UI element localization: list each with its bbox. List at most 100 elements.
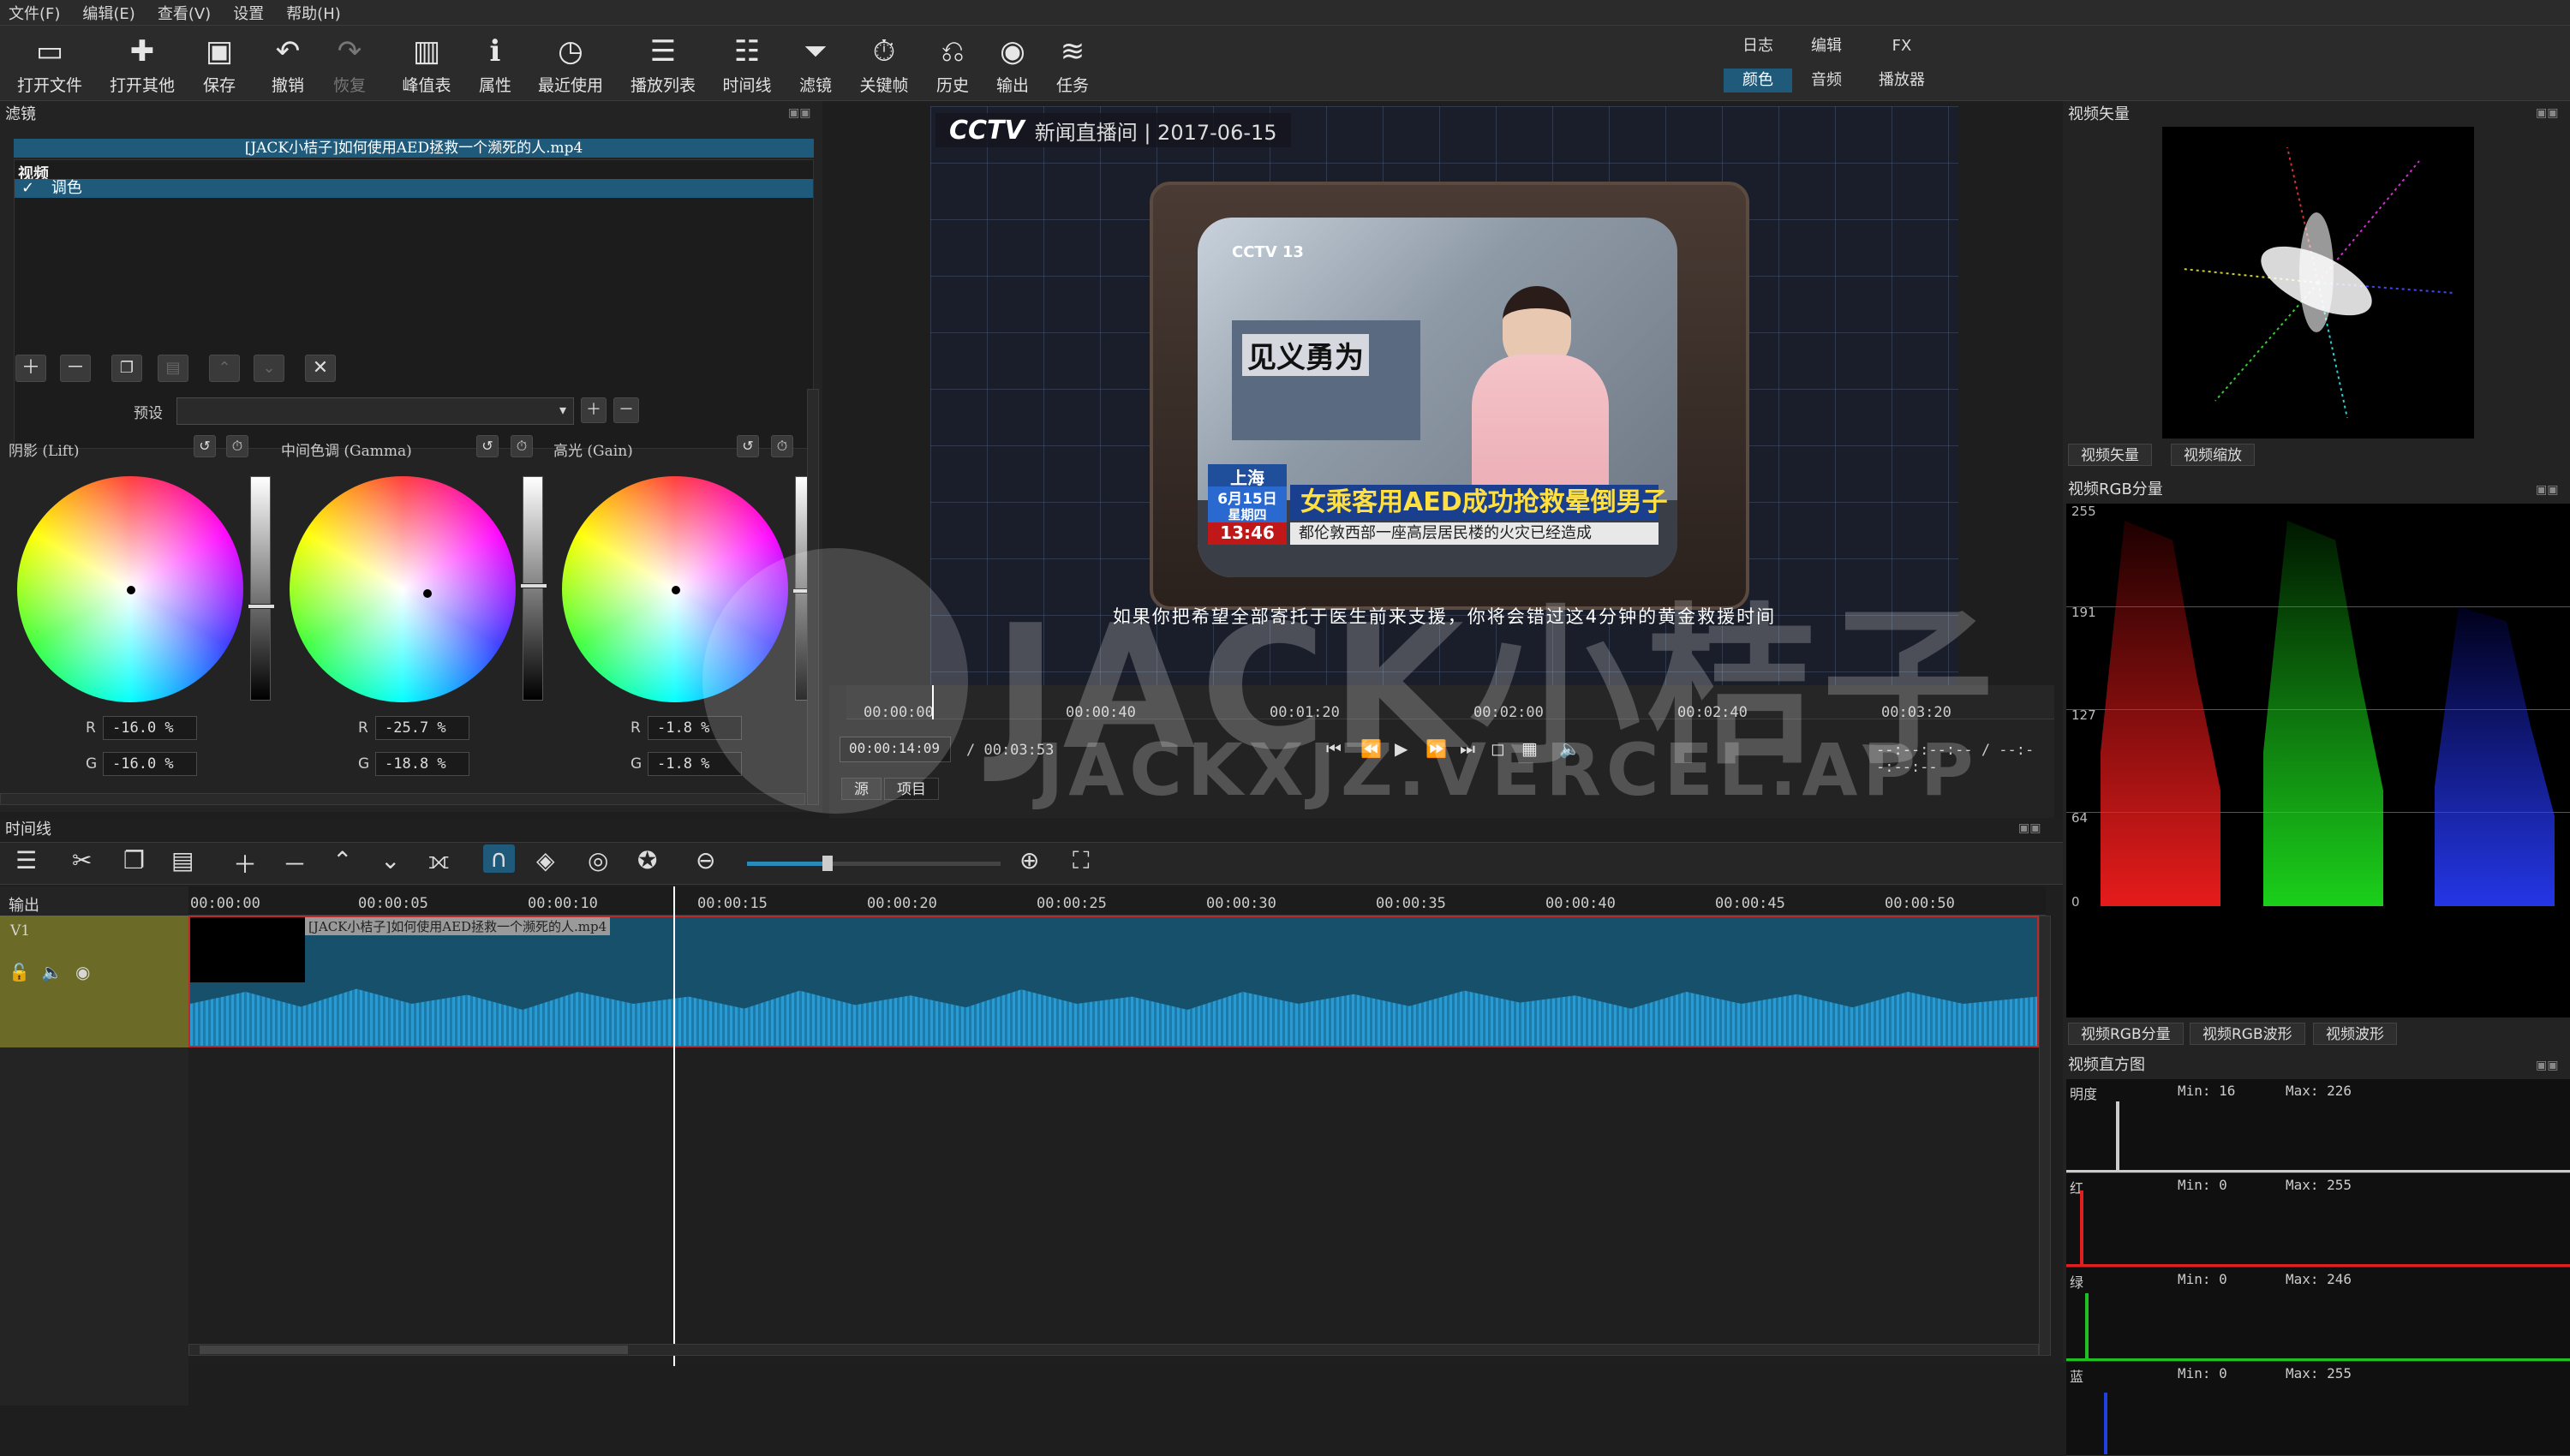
copy-icon[interactable]: ❐ <box>123 846 145 874</box>
vertical-scrollbar[interactable] <box>807 389 819 805</box>
menu-edit[interactable]: 编辑(E) <box>82 2 134 24</box>
cut-icon[interactable]: ✂ <box>72 846 92 874</box>
slider-handle[interactable] <box>520 583 547 588</box>
menu-settings[interactable]: 设置 <box>233 2 264 24</box>
timeline-clip[interactable]: [JACK小桔子]如何使用AED拯救一个濒死的人.mp4 <box>188 916 2039 1047</box>
wheel-point[interactable] <box>423 589 432 598</box>
video-viewer[interactable]: CCTV 新闻直播间 | 2017-06-15 CCTV 13 见义勇为 上海 … <box>930 106 1958 685</box>
check-icon[interactable]: ✓ <box>21 179 34 197</box>
remove-filter-button[interactable]: － <box>60 355 91 382</box>
keyframe-icon[interactable]: ⏱ <box>511 435 533 457</box>
properties-button[interactable]: ℹ 属性 <box>454 33 536 96</box>
timeline-vertical-scrollbar[interactable] <box>2039 916 2051 1356</box>
gain-g-field[interactable]: -1.8 % <box>648 752 742 776</box>
wheel-point[interactable] <box>672 586 680 594</box>
timeline-playhead[interactable] <box>673 886 675 1366</box>
overwrite-icon[interactable]: ⌄ <box>380 846 400 874</box>
rgb-waveform-tab[interactable]: 视频RGB波形 <box>2190 1023 2305 1045</box>
layout-audio-tab[interactable]: 音频 <box>1792 69 1861 92</box>
paste-icon[interactable]: ▤ <box>171 846 194 874</box>
position-timecode[interactable]: 00:00:14:09 <box>840 737 951 762</box>
layout-fx-tab[interactable]: FX <box>1868 34 1936 58</box>
scrollbar-thumb[interactable] <box>200 1346 628 1354</box>
move-up-button[interactable]: ⌃ <box>209 355 240 382</box>
volume-icon[interactable]: 🔈 <box>1559 738 1581 759</box>
rewind-icon[interactable]: ⏪ <box>1360 738 1382 759</box>
append-icon[interactable]: ＋ <box>233 846 257 880</box>
panel-dock-icon[interactable]: ▣▣ <box>788 106 810 120</box>
jobs-button[interactable]: ≋ 任务 <box>1031 33 1114 96</box>
grid-icon[interactable]: ▦ <box>1521 738 1538 759</box>
paste-filter-button[interactable]: ▤ <box>158 355 188 382</box>
timeline-ruler[interactable]: 00:00:00 00:00:05 00:00:10 00:00:15 00:0… <box>188 886 2046 916</box>
open-other-button[interactable]: ✚ 打开其他 <box>101 33 183 96</box>
gamma-r-field[interactable]: -25.7 % <box>375 716 469 740</box>
scrub-icon[interactable]: ◈ <box>536 846 555 874</box>
play-icon[interactable]: ▶ <box>1395 738 1408 759</box>
gamma-value-slider[interactable] <box>520 476 547 701</box>
save-preset-button[interactable]: ＋ <box>581 397 607 423</box>
eye-icon[interactable]: ◉ <box>75 962 90 982</box>
redo-button[interactable]: ↷ 恢复 <box>308 33 391 96</box>
layout-player-tab[interactable]: 播放器 <box>1868 69 1936 92</box>
snap-icon[interactable]: ∩ <box>483 844 515 873</box>
fast-forward-icon[interactable]: ⏩ <box>1425 738 1447 759</box>
lift-value-slider[interactable] <box>248 476 275 701</box>
scrub-playhead[interactable] <box>932 685 934 719</box>
open-file-button[interactable]: ▭ 打开文件 <box>9 33 91 96</box>
remove-icon[interactable]: － <box>283 846 307 880</box>
ripple-all-icon[interactable]: ✪ <box>637 846 657 874</box>
scrub-ruler[interactable]: 00:00:00 00:00:40 00:01:20 00:02:00 00:0… <box>846 685 2054 721</box>
zoom-slider-handle[interactable] <box>822 856 833 871</box>
menu-file[interactable]: 文件(F) <box>9 2 60 24</box>
lift-icon[interactable]: ⌃ <box>332 846 352 874</box>
layout-edit-tab[interactable]: 编辑 <box>1792 34 1861 58</box>
copy-filter-button[interactable]: ❐ <box>111 355 142 382</box>
lift-r-field[interactable]: -16.0 % <box>103 716 197 740</box>
vectorscope-tab[interactable]: 视频矢量 <box>2068 444 2152 466</box>
filter-item-color-grading[interactable]: ✓ 调色 <box>15 179 813 198</box>
menu-help[interactable]: 帮助(H) <box>286 2 341 24</box>
recent-button[interactable]: ◷ 最近使用 <box>529 33 612 96</box>
reset-icon[interactable]: ↺ <box>737 435 759 457</box>
project-tab[interactable]: 项目 <box>884 778 939 800</box>
zoom-fit-icon[interactable]: ⛶ <box>1073 846 1090 875</box>
reset-icon[interactable]: ↺ <box>476 435 499 457</box>
gamma-color-wheel[interactable] <box>290 476 516 702</box>
zoom-out-icon[interactable]: ⊖ <box>696 846 715 874</box>
gain-r-field[interactable]: -1.8 % <box>648 716 742 740</box>
layout-color-tab[interactable]: 颜色 <box>1724 69 1792 92</box>
delete-preset-button[interactable]: － <box>613 397 639 423</box>
lift-g-field[interactable]: -16.0 % <box>103 752 197 776</box>
video-zoom-tab[interactable]: 视频缩放 <box>2171 444 2255 466</box>
waveform-tab[interactable]: 视频波形 <box>2313 1023 2397 1045</box>
panel-dock-icon[interactable]: ▣▣ <box>2536 1059 2558 1072</box>
source-tab[interactable]: 源 <box>841 778 882 800</box>
layout-log-tab[interactable]: 日志 <box>1724 34 1792 58</box>
zoom-in-icon[interactable]: ⊕ <box>1019 846 1039 874</box>
split-icon[interactable]: ⟗ <box>428 846 449 875</box>
add-filter-button[interactable]: ＋ <box>15 355 46 382</box>
ripple-icon[interactable]: ◎ <box>588 846 608 874</box>
panel-dock-icon[interactable]: ▣▣ <box>2536 483 2558 497</box>
lift-color-wheel[interactable] <box>17 476 243 702</box>
skip-end-icon[interactable]: ⏭ <box>1460 738 1475 759</box>
menu-view[interactable]: 查看(V) <box>158 2 211 24</box>
panel-dock-icon[interactable]: ▣▣ <box>2536 106 2558 120</box>
timeline-horizontal-scrollbar[interactable] <box>188 1344 2039 1356</box>
preset-select[interactable]: ▾ <box>176 397 574 425</box>
keyframe-icon[interactable]: ⏱ <box>771 435 793 457</box>
zoom-icon[interactable]: ◻ <box>1491 738 1505 759</box>
rgb-parade-tab[interactable]: 视频RGB分量 <box>2068 1023 2184 1045</box>
zoom-slider[interactable] <box>747 856 1001 871</box>
panel-dock-icon[interactable]: ▣▣ <box>2018 821 2041 835</box>
menu-icon[interactable]: ☰ <box>15 846 37 874</box>
track-header-v1[interactable]: V1 🔓 🔈 ◉ <box>0 916 188 1047</box>
lock-icon[interactable]: 🔓 <box>9 962 30 982</box>
keyframe-icon[interactable]: ⏱ <box>226 435 248 457</box>
slider-handle[interactable] <box>248 604 275 609</box>
mute-icon[interactable]: 🔈 <box>41 962 63 982</box>
gain-color-wheel[interactable] <box>562 476 788 702</box>
gamma-g-field[interactable]: -18.8 % <box>375 752 469 776</box>
move-down-button[interactable]: ⌄ <box>254 355 284 382</box>
